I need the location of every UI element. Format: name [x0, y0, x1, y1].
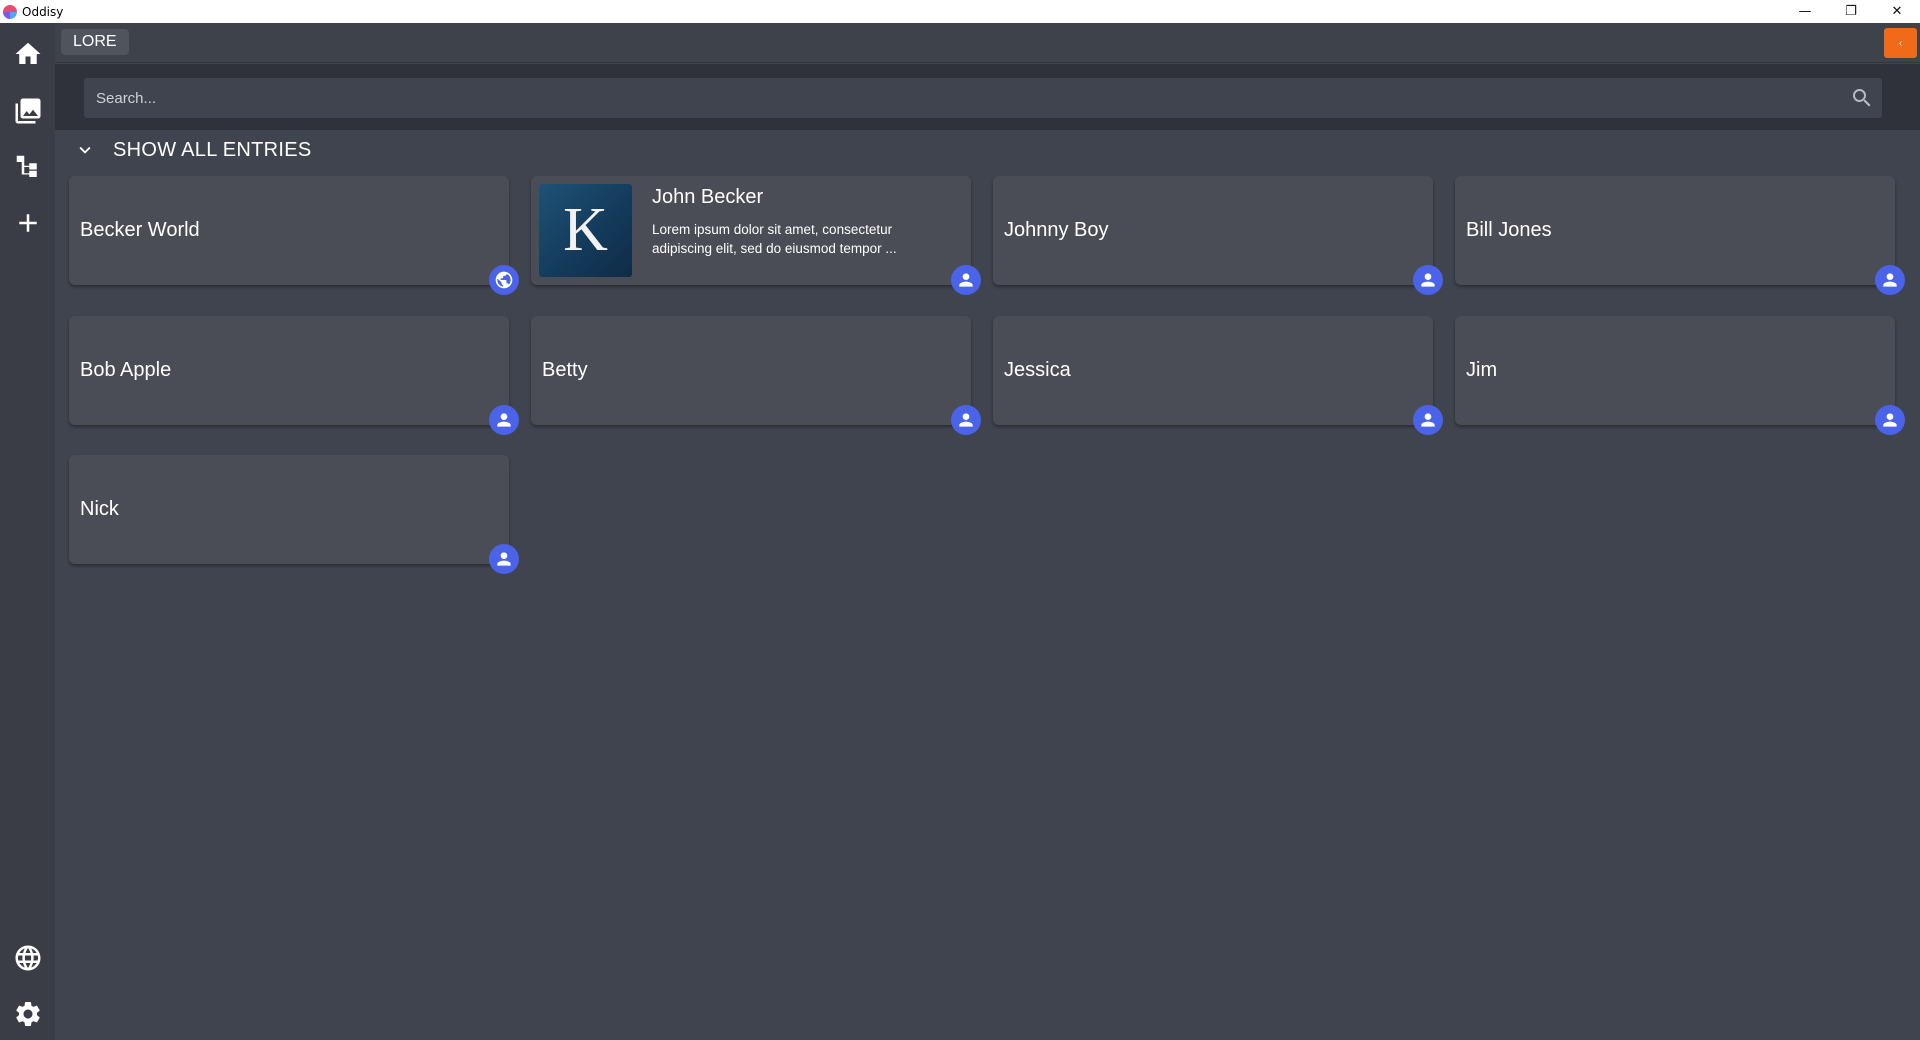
- home-icon: [15, 42, 40, 64]
- sidebar-world-button[interactable]: [0, 936, 55, 980]
- entry-type-badge: [951, 265, 981, 295]
- entry-type-badge: [1413, 405, 1443, 435]
- plus-icon: [18, 214, 37, 232]
- entry-name: Jim: [1466, 359, 1498, 381]
- lore-tab[interactable]: LORE: [61, 29, 129, 55]
- sidebar-add-button[interactable]: [0, 201, 55, 245]
- gear-icon: [15, 1002, 40, 1026]
- sidebar-settings-button[interactable]: [0, 992, 55, 1036]
- entry-card[interactable]: Jessica: [993, 316, 1443, 435]
- top-header: LORE ‹: [55, 23, 1920, 63]
- person-icon: [1421, 413, 1435, 427]
- collapse-panel-button[interactable]: ‹: [1884, 28, 1917, 58]
- person-icon: [1883, 273, 1897, 287]
- globe-icon: [495, 271, 513, 289]
- person-icon: [497, 552, 511, 566]
- search-input[interactable]: [84, 78, 1882, 118]
- entry-card[interactable]: Becker World: [69, 176, 519, 295]
- entry-type-badge: [489, 265, 519, 295]
- entry-type-badge: [1875, 405, 1905, 435]
- entry-name: Nick: [80, 498, 119, 520]
- person-icon: [1883, 413, 1897, 427]
- sidebar: [0, 23, 55, 1040]
- entry-card[interactable]: Jim: [1455, 316, 1905, 435]
- entry-name: John Becker: [652, 186, 764, 208]
- entry-card[interactable]: Nick: [69, 455, 519, 574]
- person-icon: [959, 413, 973, 427]
- minimize-button[interactable]: —: [1782, 0, 1828, 23]
- entry-type-badge: [489, 405, 519, 435]
- entry-name: Betty: [542, 359, 588, 381]
- entry-type-badge: [951, 405, 981, 435]
- entry-name: Johnny Boy: [1004, 219, 1109, 241]
- restore-button[interactable]: ❐: [1828, 0, 1874, 23]
- hierarchy-icon: [16, 155, 37, 177]
- entry-type-badge: [1413, 265, 1443, 295]
- person-icon: [1421, 273, 1435, 287]
- sidebar-home-button[interactable]: [0, 32, 55, 76]
- section-title: SHOW ALL ENTRIES: [113, 138, 312, 161]
- app-name: Oddisy: [22, 4, 64, 19]
- entry-thumbnail: K: [539, 184, 632, 277]
- window-titlebar: Oddisy — ❐ ✕: [0, 0, 1920, 23]
- entry-card[interactable]: Bob Apple: [69, 316, 519, 435]
- search-box: [84, 78, 1882, 118]
- person-icon: [497, 413, 511, 427]
- sidebar-tree-button[interactable]: [0, 145, 55, 189]
- entry-name: Jessica: [1004, 359, 1071, 381]
- entry-card[interactable]: Betty: [531, 316, 981, 435]
- entry-name: Bob Apple: [80, 359, 172, 381]
- image-library-icon: [15, 98, 40, 124]
- window-controls: — ❐ ✕: [1782, 0, 1920, 23]
- entry-type-badge: [1875, 265, 1905, 295]
- entry-name: Bill Jones: [1466, 219, 1552, 241]
- person-icon: [959, 273, 973, 287]
- entry-card[interactable]: Johnny Boy: [993, 176, 1443, 295]
- sidebar-gallery-button[interactable]: [0, 89, 55, 133]
- entry-card[interactable]: Bill Jones: [1455, 176, 1905, 295]
- entry-card[interactable]: K John Becker Lorem ipsum dolor sit amet…: [531, 176, 981, 295]
- app-logo-icon: [3, 4, 17, 19]
- entry-type-badge: [489, 544, 519, 574]
- globe-icon: [15, 945, 40, 971]
- search-bar-area: [55, 64, 1920, 130]
- show-all-entries-toggle[interactable]: SHOW ALL ENTRIES: [72, 136, 312, 164]
- entry-name: Becker World: [80, 219, 200, 241]
- chevron-down-icon: [72, 137, 98, 163]
- close-button[interactable]: ✕: [1874, 0, 1920, 23]
- entry-description: Lorem ipsum dolor sit amet, consectetur …: [652, 222, 897, 256]
- search-icon[interactable]: [1850, 86, 1874, 110]
